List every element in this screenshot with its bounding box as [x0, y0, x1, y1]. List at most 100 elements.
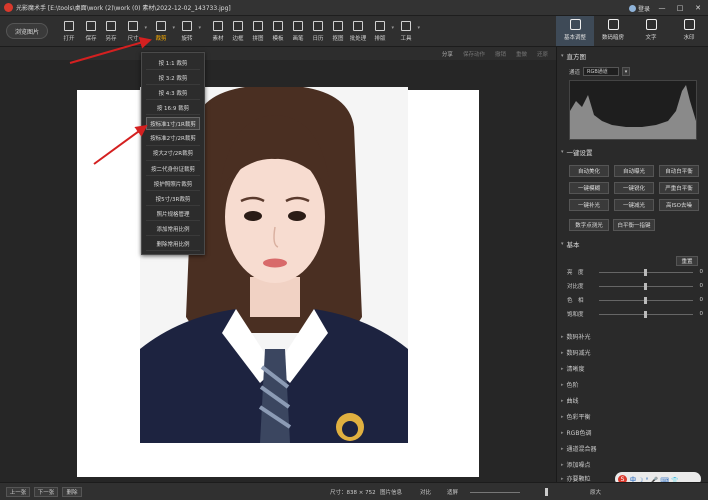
save-as-button[interactable]: 另存 [100, 19, 122, 43]
chevron-down-icon[interactable]: ▾ [391, 25, 394, 31]
white-balance-picker-button[interactable]: 白平衡一指键 [613, 219, 655, 231]
crop-menu-item-highlighted[interactable]: 按标准1寸/1R裁剪 [146, 116, 200, 131]
section-rgb-tone[interactable]: ▸ RGB色调 [561, 428, 591, 438]
brush-button[interactable]: 画笔 [287, 19, 309, 43]
layout-button[interactable]: 排版 ▾ [369, 19, 394, 43]
cutout-button[interactable]: 抠图 [327, 19, 349, 43]
one-click-reduce-light-button[interactable]: 一键减光 [614, 199, 654, 211]
restore-button[interactable]: 还原 [537, 50, 548, 58]
crop-menu-item[interactable]: 按大2寸/2R裁剪 [146, 147, 200, 161]
batch-button[interactable]: 批处理 [347, 19, 369, 43]
slider-thumb[interactable] [644, 268, 647, 276]
crop-menu-item[interactable]: 按二代身份证裁剪 [146, 162, 200, 176]
one-click-header[interactable]: ▾ 一键设置 [561, 147, 593, 157]
one-click-fill-light-button[interactable]: 一键补光 [569, 199, 609, 211]
basic-header[interactable]: ▾ 基本 [561, 239, 580, 249]
fit-screen-button[interactable]: 适屏 [447, 488, 458, 496]
one-click-sharpen-button[interactable]: 一键锐化 [614, 182, 654, 194]
material-button[interactable]: 素材 [207, 19, 229, 43]
tab-text[interactable]: 文字 [632, 16, 670, 46]
save-action-button[interactable]: 保存动作 [463, 50, 485, 58]
section-channel-mixer[interactable]: ▸ 通道混合器 [561, 444, 597, 454]
tab-basic-adjust[interactable]: 基本调整 [556, 16, 594, 46]
zoom-slider[interactable] [470, 492, 520, 493]
digital-metering-button[interactable]: 数字点测光 [569, 219, 609, 231]
chevron-down-icon[interactable]: ▾ [417, 25, 420, 31]
crop-menu-item[interactable]: 按 4:3 裁剪 [146, 87, 200, 101]
hue-slider[interactable]: 色 相 0 [565, 295, 705, 305]
high-iso-denoise-button[interactable]: 高ISO去噪 [659, 199, 699, 211]
channel-select[interactable]: RGB通道 [583, 67, 620, 76]
minimize-button[interactable]: — [656, 3, 668, 13]
section-color-balance[interactable]: ▸ 色彩平衡 [561, 412, 591, 422]
tab-watermark[interactable]: 水印 [670, 16, 708, 46]
tab-digital-darkroom[interactable]: 数码暗房 [594, 16, 632, 46]
slider-thumb[interactable] [644, 296, 647, 304]
brightness-slider[interactable]: 亮 度 0 [565, 267, 705, 277]
calendar-button[interactable]: 日历 [307, 19, 329, 43]
slider-thumb[interactable] [644, 282, 647, 290]
section-digital-reduce[interactable]: ▸ 数码减光 [561, 348, 591, 358]
tools-button[interactable]: 工具 ▾ [395, 19, 420, 43]
slider-thumb[interactable] [644, 310, 647, 318]
section-curves[interactable]: ▸ 曲线 [561, 396, 579, 406]
chevron-down-icon: ▾ [561, 149, 564, 155]
section-levels[interactable]: ▸ 色阶 [561, 380, 579, 390]
save-as-icon [106, 21, 116, 31]
next-image-button[interactable]: 下一张 [34, 487, 58, 497]
original-size-button[interactable]: 原大 [590, 488, 601, 496]
collage-button[interactable]: 拼图 [247, 19, 269, 43]
saturation-slider[interactable]: 饱和度 0 [565, 309, 705, 319]
auto-white-balance-button[interactable]: 自动白平衡 [659, 165, 699, 177]
contrast-slider[interactable]: 对比度 0 [565, 281, 705, 291]
crop-menu-item[interactable]: 按 1:1 裁剪 [146, 57, 200, 71]
prev-image-button[interactable]: 上一张 [6, 487, 30, 497]
frame-button[interactable]: 边框 [227, 19, 249, 43]
crop-button[interactable]: 裁剪 ▾ [150, 19, 175, 43]
undo-button[interactable]: 撤销 [495, 50, 506, 58]
avatar-icon [628, 4, 636, 12]
crop-menu-item[interactable]: 按5寸/3R裁剪 [146, 192, 200, 206]
save-icon [86, 21, 96, 31]
crop-menu-item[interactable]: 添加常用比例 [146, 223, 200, 237]
chevron-down-icon[interactable]: ▾ [172, 25, 175, 31]
open-button[interactable]: 打开 [58, 19, 80, 43]
chevron-down-icon[interactable]: ▾ [622, 67, 631, 76]
crop-menu-item[interactable]: 按 3:2 裁剪 [146, 72, 200, 86]
zoom-thumb[interactable] [545, 488, 548, 496]
section-digital-fill[interactable]: ▸ 数码补光 [561, 332, 591, 342]
section-clarity[interactable]: ▸ 清晰度 [561, 364, 585, 374]
close-button[interactable]: ✕ [692, 3, 704, 13]
reset-button[interactable]: 重置 [676, 256, 698, 266]
auto-exposure-button[interactable]: 自动曝光 [614, 165, 654, 177]
resize-button[interactable]: 尺寸 ▾ [122, 19, 147, 43]
template-button[interactable]: 模板 [267, 19, 289, 43]
collage-icon [253, 21, 263, 31]
maximize-button[interactable]: □ [674, 3, 686, 13]
image-info-button[interactable]: 图片信息 [380, 488, 402, 496]
histogram-chart [569, 80, 697, 140]
compare-button[interactable]: 对比 [420, 488, 431, 496]
crop-menu-item[interactable]: 按 16:9 裁剪 [146, 102, 200, 116]
save-button[interactable]: 保存 [80, 19, 102, 43]
strong-white-balance-button[interactable]: 严重白平衡 [659, 182, 699, 194]
one-click-blur-button[interactable]: 一键模糊 [569, 182, 609, 194]
histogram-header[interactable]: ▾ 直方图 [561, 51, 586, 61]
batch-icon [353, 21, 363, 31]
rotate-button[interactable]: 旋转 ▾ [176, 19, 201, 43]
crop-menu-item[interactable]: 照片规格管理 [146, 208, 200, 222]
crop-menu-item[interactable]: 按标准2寸/2R裁剪 [146, 132, 200, 146]
section-add-noise[interactable]: ▸ 添加噪点 [561, 460, 591, 470]
chevron-down-icon: ▾ [561, 53, 564, 59]
delete-button[interactable]: 删除 [62, 487, 82, 497]
crop-menu-item[interactable]: 按护照照片裁剪 [146, 177, 200, 191]
browse-images-button[interactable]: 浏览图片 [6, 23, 48, 39]
crop-menu-item[interactable]: 删除常用比例 [146, 238, 200, 252]
redo-button[interactable]: 重做 [516, 50, 527, 58]
one-click-buttons: 自动美化 自动曝光 自动白平衡 一键模糊 一键锐化 严重白平衡 一键补光 一键减… [569, 165, 703, 211]
share-button[interactable]: 分享 [442, 50, 453, 58]
auto-beautify-button[interactable]: 自动美化 [569, 165, 609, 177]
chevron-down-icon[interactable]: ▾ [144, 25, 147, 31]
chevron-down-icon[interactable]: ▾ [198, 25, 201, 31]
login-button[interactable]: 登录 [628, 4, 650, 13]
